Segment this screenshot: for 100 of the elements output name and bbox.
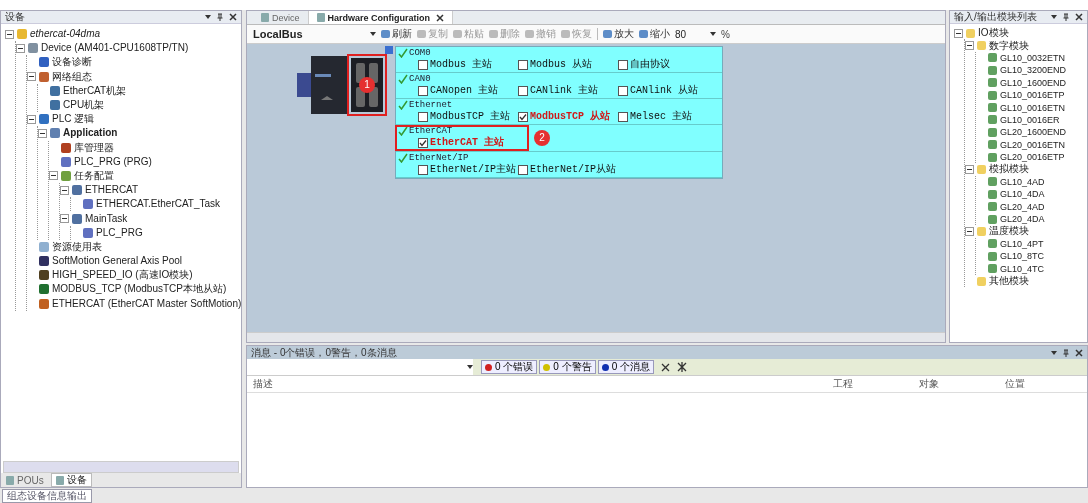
- tree-item[interactable]: GL10_3200END: [1000, 64, 1067, 77]
- tree-item[interactable]: PLC_PRG (PRG): [74, 155, 152, 168]
- collapse-icon[interactable]: [49, 171, 58, 181]
- tree-item[interactable]: GL10_0016ETP: [1000, 89, 1065, 102]
- caret-icon[interactable]: [370, 31, 376, 37]
- tree-item[interactable]: ETHERCAT: [85, 184, 139, 197]
- protocol-checkbox[interactable]: Modbus 主站: [418, 58, 518, 71]
- checkbox[interactable]: [618, 85, 628, 96]
- collapse-icon[interactable]: [60, 185, 69, 195]
- horizontal-scrollbar[interactable]: [3, 461, 239, 473]
- protocol-checkbox[interactable]: Modbus 从站: [518, 58, 618, 71]
- zoom-field[interactable]: 80: [675, 28, 705, 40]
- tree-item[interactable]: 网络组态: [52, 70, 92, 83]
- editor-tab[interactable]: Hardware Configuration: [308, 11, 454, 24]
- tree-item[interactable]: HIGH_SPEED_IO (高速IO模块): [52, 269, 193, 282]
- toolbar-button[interactable]: 缩小: [639, 27, 670, 41]
- dropdown-caret-icon[interactable]: [1051, 349, 1057, 356]
- pin-icon[interactable]: [216, 13, 224, 21]
- tree-item[interactable]: GL10_4TC: [1000, 262, 1045, 275]
- collapse-icon[interactable]: [965, 226, 974, 236]
- checkbox[interactable]: [418, 85, 428, 96]
- protocol-checkbox[interactable]: EtherNet/IP主站: [418, 163, 518, 176]
- checkbox[interactable]: [418, 137, 428, 148]
- panel-tab[interactable]: POUs: [1, 473, 49, 487]
- tree-item[interactable]: Application: [63, 127, 118, 140]
- tree-item[interactable]: Device (AM401-CPU1608TP/TN): [41, 42, 189, 55]
- tree-item[interactable]: GL10_0016ER: [1000, 113, 1060, 126]
- tree-item[interactable]: MainTask: [85, 212, 128, 225]
- collapse-icon[interactable]: [954, 28, 963, 38]
- close-icon[interactable]: [436, 13, 445, 22]
- checkbox[interactable]: [418, 164, 428, 175]
- checkbox[interactable]: [618, 111, 628, 122]
- checkbox[interactable]: [618, 59, 628, 70]
- pin-icon[interactable]: [1062, 348, 1070, 357]
- pin-icon[interactable]: [1062, 13, 1070, 21]
- tree-item[interactable]: 其他模块: [989, 275, 1029, 287]
- toolbar-button[interactable]: 放大: [603, 27, 634, 41]
- checkbox[interactable]: [518, 111, 528, 122]
- collapse-icon[interactable]: [965, 41, 974, 51]
- protocol-checkbox[interactable]: EtherCAT 主站: [418, 136, 518, 149]
- editor-tab[interactable]: Device: [253, 11, 309, 24]
- tree-item[interactable]: ETHERCAT (EtherCAT Master SoftMotion): [52, 297, 241, 310]
- collapse-icon[interactable]: [27, 72, 36, 82]
- tree-item[interactable]: GL20_0016ETN: [1000, 138, 1066, 151]
- collapse-icon[interactable]: [38, 128, 47, 138]
- collapse-icon[interactable]: [965, 165, 974, 174]
- tree-item[interactable]: ethercat-04dma: [30, 28, 101, 41]
- tree-item[interactable]: SoftMotion General Axis Pool: [52, 255, 183, 268]
- tree-item[interactable]: IO模块: [978, 27, 1009, 40]
- protocol-checkbox[interactable]: EtherNet/IP从站: [518, 163, 618, 176]
- tree-item[interactable]: GL10_1600END: [1000, 76, 1067, 89]
- tree-item[interactable]: GL10_8TC: [1000, 250, 1045, 263]
- tree-item[interactable]: PLC_PRG: [96, 226, 143, 239]
- checkbox[interactable]: [518, 164, 528, 175]
- tree-item[interactable]: GL20_4AD: [1000, 200, 1045, 213]
- caret-icon[interactable]: [467, 364, 473, 370]
- tree-item[interactable]: GL10_0016ETN: [1000, 101, 1066, 114]
- checkbox[interactable]: [418, 59, 428, 70]
- tree-item[interactable]: 资源使用表: [52, 240, 102, 253]
- close-icon[interactable]: [229, 13, 237, 21]
- collapse-icon[interactable]: [60, 214, 69, 224]
- protocol-checkbox[interactable]: ModbusTCP 主站: [418, 110, 518, 123]
- filter-button[interactable]: 0 个错误: [481, 360, 538, 374]
- tree-item[interactable]: MODBUS_TCP (ModbusTCP本地从站): [52, 283, 227, 296]
- tree-item[interactable]: EtherCAT机架: [63, 84, 127, 97]
- bus-dropdown[interactable]: LocalBus: [253, 28, 365, 40]
- checkbox[interactable]: [518, 59, 528, 70]
- toolbar-button[interactable]: 刷新: [381, 27, 412, 41]
- close-icon[interactable]: [1075, 13, 1083, 21]
- tree-item[interactable]: GL20_0016ETP: [1000, 151, 1065, 164]
- tree-item[interactable]: CPU机架: [63, 99, 105, 112]
- tree-item[interactable]: 设备诊断: [52, 56, 92, 69]
- panel-tab[interactable]: 设备: [50, 473, 92, 487]
- checkbox[interactable]: [418, 111, 428, 122]
- tree-item[interactable]: 模拟模块: [989, 163, 1029, 176]
- tree-item[interactable]: GL20_4DA: [1000, 213, 1045, 226]
- dropdown-caret-icon[interactable]: [205, 14, 211, 20]
- filter-button[interactable]: 0 个警告: [539, 360, 596, 374]
- protocol-checkbox[interactable]: 自由协议: [618, 58, 718, 71]
- tree-item[interactable]: 任务配置: [74, 169, 114, 182]
- tree-item[interactable]: 数字模块: [989, 39, 1029, 52]
- status-button[interactable]: 组态设备信息输出: [2, 488, 92, 503]
- close-icon[interactable]: [1075, 348, 1083, 357]
- collapse-icon[interactable]: [5, 29, 14, 39]
- collapse-icon[interactable]: [27, 114, 36, 124]
- clear-icon[interactable]: [661, 362, 671, 372]
- tree-item[interactable]: GL10_4AD: [1000, 175, 1045, 188]
- tree-item[interactable]: 温度模块: [989, 225, 1029, 238]
- protocol-checkbox[interactable]: Melsec 主站: [618, 110, 718, 123]
- protocol-checkbox[interactable]: ModbusTCP 从站: [518, 110, 618, 123]
- horizontal-scrollbar[interactable]: [247, 332, 945, 342]
- collapse-icon[interactable]: [16, 43, 25, 53]
- tree-item[interactable]: GL10_0032ETN: [1000, 51, 1066, 64]
- tree-item[interactable]: GL10_4DA: [1000, 188, 1045, 201]
- checkbox[interactable]: [518, 85, 528, 96]
- dropdown-caret-icon[interactable]: [1051, 14, 1057, 20]
- tree-item[interactable]: GL10_4PT: [1000, 237, 1044, 250]
- tree-item[interactable]: 库管理器: [74, 141, 114, 154]
- tree-item[interactable]: PLC 逻辑: [52, 113, 95, 126]
- protocol-checkbox[interactable]: CANopen 主站: [418, 84, 518, 97]
